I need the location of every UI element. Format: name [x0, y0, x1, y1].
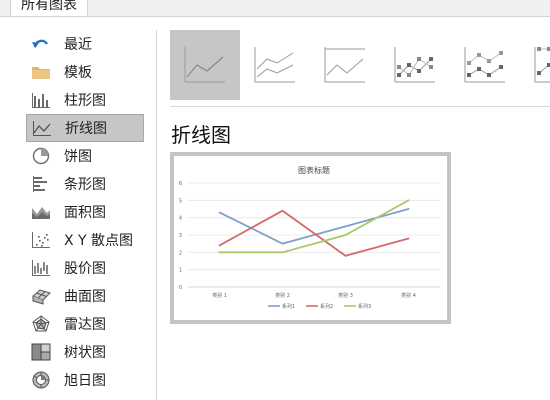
scatter-chart-icon: [30, 230, 52, 250]
y-tick-label: 2: [179, 250, 182, 256]
sidebar-item-label: 旭日图: [64, 373, 106, 389]
sidebar-item[interactable]: 饼图: [26, 142, 144, 170]
sidebar-item[interactable]: 面积图: [26, 198, 144, 226]
legend-label: 系列3: [358, 303, 371, 310]
stacked-line-subtype-icon[interactable]: [240, 30, 310, 100]
data-point: [407, 237, 410, 240]
sidebar-item-label: 模板: [64, 65, 92, 81]
folder-icon: [30, 62, 52, 82]
data-point: [281, 209, 284, 212]
chart-title: 图表标题: [298, 165, 330, 175]
x-tick-label: 类别 2: [275, 292, 290, 299]
sidebar-item-label: 条形图: [64, 177, 106, 193]
tab-bar: 所有图表: [0, 0, 550, 17]
sidebar-item-label: 柱形图: [64, 93, 106, 109]
data-point: [344, 234, 347, 236]
y-tick-label: 0: [179, 285, 182, 291]
y-tick-label: 3: [179, 233, 182, 239]
chart-svg: 图表标题 0 1 2 3 4 5 6 类别 1 类别 2 类别 3 类别 4 系列1 系列2 系列3: [179, 165, 440, 310]
sidebar-item-label: 面积图: [64, 205, 106, 221]
column-chart-icon: [30, 90, 52, 110]
sidebar-item-label: X Y 散点图: [64, 233, 134, 249]
legend-label: 系列2: [320, 303, 333, 310]
y-tick-label: 5: [179, 198, 182, 204]
line-chart-icon: [31, 118, 53, 138]
data-point: [281, 251, 284, 254]
sidebar-item[interactable]: 树状图: [26, 338, 144, 366]
sidebar-item-label: 折线图: [65, 121, 107, 137]
sidebar-item-label: 树状图: [64, 345, 106, 361]
bar-chart-icon: [30, 174, 52, 194]
chart-preview[interactable]: 图表标题 0 1 2 3 4 5 6 类别 1 类别 2 类别 3 类别 4 系列1 系列2 系列3: [170, 152, 451, 324]
chart-type-list: 最近模板柱形图折线图饼图条形图面积图 X Y 散点图 股价图曲面图雷达图树状图旭日图: [26, 30, 144, 394]
y-tick-label: 1: [179, 268, 182, 274]
percent-stacked-line-subtype-icon[interactable]: [310, 30, 380, 100]
x-tick-label: 类别 1: [212, 292, 227, 299]
sidebar-item[interactable]: 雷达图: [26, 310, 144, 338]
sidebar-item[interactable]: 模板: [26, 58, 144, 86]
chart-subtype-gallery: [170, 30, 550, 100]
series-line: [219, 208, 409, 245]
y-tick-label: 6: [179, 181, 182, 187]
data-point: [218, 211, 221, 214]
x-tick-label: 类别 4: [401, 292, 416, 299]
sidebar-item[interactable]: 股价图: [26, 254, 144, 282]
percent-stacked-line-with-markers-subtype-icon[interactable]: [520, 30, 550, 100]
divider: [170, 106, 550, 107]
sidebar-item-label: 曲面图: [64, 289, 106, 305]
data-point: [218, 244, 221, 247]
data-point: [218, 251, 221, 254]
data-point: [344, 254, 347, 257]
sidebar-item-label: 最近: [64, 37, 92, 53]
sidebar-item[interactable]: 最近: [26, 30, 144, 58]
data-point: [344, 225, 347, 228]
sunburst-icon: [30, 370, 52, 390]
sidebar-item[interactable]: 旭日图: [26, 366, 144, 394]
pie-chart-icon: [30, 146, 52, 166]
legend-label: 系列1: [282, 303, 295, 310]
radar-chart-icon: [30, 314, 52, 334]
data-point: [407, 208, 410, 210]
x-tick-label: 类别 3: [338, 292, 353, 299]
sidebar-item[interactable]: 柱形图: [26, 86, 144, 114]
area-chart-icon: [30, 202, 52, 222]
stacked-line-with-markers-subtype-icon[interactable]: [450, 30, 520, 100]
line-with-markers-subtype-icon[interactable]: [380, 30, 450, 100]
stock-chart-icon: [30, 258, 52, 278]
line-subtype-icon[interactable]: [170, 30, 240, 100]
sidebar-item[interactable]: 折线图: [26, 114, 144, 142]
sidebar-item-label: 饼图: [64, 149, 92, 165]
tab-all-charts[interactable]: 所有图表: [10, 0, 88, 16]
divider: [156, 30, 157, 400]
sidebar-item[interactable]: 条形图: [26, 170, 144, 198]
data-point: [407, 199, 410, 202]
surface-chart-icon: [30, 286, 52, 306]
section-title: 折线图: [171, 123, 231, 147]
sidebar-item[interactable]: X Y 散点图: [26, 226, 144, 254]
recent-icon: [30, 34, 52, 54]
data-point: [281, 242, 284, 245]
y-tick-label: 4: [179, 216, 182, 222]
sidebar-item-label: 股价图: [64, 261, 106, 277]
sidebar-item[interactable]: 曲面图: [26, 282, 144, 310]
sidebar-item-label: 雷达图: [64, 317, 106, 333]
treemap-icon: [30, 342, 52, 362]
